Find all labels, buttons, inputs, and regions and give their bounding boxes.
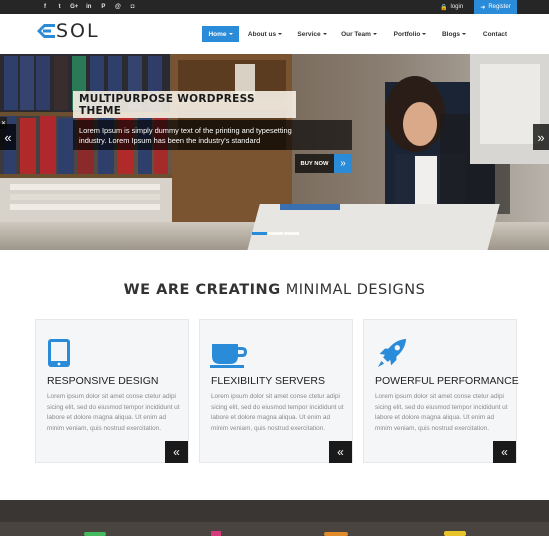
logo[interactable]: SOL <box>37 20 100 42</box>
feature-card: POWERFUL PERFORMANCE Lorem ipsum dolor s… <box>363 319 519 463</box>
linkedin-icon[interactable]: in <box>82 0 96 14</box>
caret-down-icon <box>228 33 233 35</box>
slider-dot[interactable] <box>252 232 267 235</box>
brand-name: SOL <box>56 20 100 42</box>
double-chevron-left-icon: « <box>4 129 12 145</box>
feature-more-button[interactable]: « <box>493 441 516 463</box>
feature-title: FLEXIBILITY SERVERS <box>211 375 325 387</box>
slider-dot[interactable] <box>268 232 283 235</box>
instagram-icon[interactable]: ◘ <box>126 0 140 14</box>
nav-item-contact[interactable]: Contact <box>479 26 511 42</box>
double-chevron-left-icon: « <box>501 445 508 459</box>
lock-icon: 🔒 <box>440 4 448 11</box>
section-title: WE ARE CREATING MINIMAL DESIGNS <box>0 282 549 298</box>
slider-dot[interactable] <box>284 232 299 235</box>
coffee-cup-icon <box>210 344 247 368</box>
feature-text: Lorem ipsum dolor sit amet conse ctetur … <box>47 393 180 432</box>
nav-label: Portfolio <box>393 30 421 38</box>
slider-prev-button[interactable]: « <box>0 124 16 150</box>
pinterest-icon[interactable]: P <box>96 0 110 14</box>
bottom-section <box>0 500 549 536</box>
section-title-bold: WE ARE CREATING <box>123 282 281 298</box>
feature-card: FLEXIBILITY SERVERS Lorem ipsum dolor si… <box>199 319 353 463</box>
nav-label: Contact <box>482 30 508 38</box>
nav-item-home[interactable]: Home <box>202 26 239 42</box>
double-chevron-right-icon: » <box>537 129 545 145</box>
hero-title-box: MULTIPURPOSE WORDPRESS THEME <box>73 91 296 118</box>
tablet-icon <box>48 339 70 367</box>
nav-label: Our Team <box>341 30 371 38</box>
sign-in-icon: ➜ <box>480 4 486 11</box>
dribbble-icon[interactable]: @ <box>111 0 125 14</box>
hero-slider: ✕ MULTIPURPOSE WORDPRESS THEME Lorem Ips… <box>0 54 549 250</box>
register-label: Register <box>488 4 511 10</box>
logo-mark-icon <box>37 24 55 38</box>
hero-subtitle-line1: Lorem Ipsum is simply dummy text of the … <box>79 126 292 135</box>
slider-next-button[interactable]: » <box>533 124 549 150</box>
double-chevron-right-icon: » <box>334 154 352 173</box>
nav-item-blogs[interactable]: Blogs <box>440 26 468 42</box>
nav-item-about[interactable]: About us <box>244 26 286 42</box>
google-plus-icon[interactable]: G+ <box>67 0 81 14</box>
feature-more-button[interactable]: « <box>165 441 188 463</box>
buy-now-button[interactable]: BUY NOW » <box>295 154 352 173</box>
buy-now-label: BUY NOW <box>295 154 334 173</box>
login-link[interactable]: 🔒 login <box>440 0 463 14</box>
feature-title: POWERFUL PERFORMANCE <box>375 375 519 387</box>
feature-more-button[interactable]: « <box>329 441 352 463</box>
social-links: f t G+ in P @ ◘ <box>38 0 140 14</box>
hero-subtitle-box: Lorem Ipsum is simply dummy text of the … <box>73 120 352 150</box>
twitter-icon[interactable]: t <box>53 0 67 14</box>
hero-subtitle-line2: industry. Lorem Ipsum has been the indus… <box>79 136 261 145</box>
nav-label: Service <box>297 30 321 38</box>
section-title-light: MINIMAL DESIGNS <box>285 282 426 298</box>
nav-item-our-team[interactable]: Our Team <box>339 26 379 42</box>
facebook-icon[interactable]: f <box>38 0 52 14</box>
caret-down-icon <box>322 33 327 35</box>
bottom-icons-row <box>84 531 466 536</box>
feature-card: RESPONSIVE DESIGN Lorem ipsum dolor sit … <box>35 319 189 463</box>
slider-dots <box>252 232 300 235</box>
caret-down-icon <box>372 33 377 35</box>
feature-title: RESPONSIVE DESIGN <box>47 375 159 387</box>
caret-down-icon <box>278 33 283 35</box>
double-chevron-left-icon: « <box>173 445 180 459</box>
login-label: login <box>450 4 464 10</box>
feature-text: Lorem ipsum dolor sit amet conse ctetur … <box>211 393 344 432</box>
nav-label: About us <box>247 30 277 38</box>
hero-title: MULTIPURPOSE WORDPRESS THEME <box>79 92 255 117</box>
rocket-icon <box>377 338 407 368</box>
hero-office-image <box>0 54 549 250</box>
nav-item-portfolio[interactable]: Portfolio <box>390 26 430 42</box>
nav-label: Home <box>208 30 227 38</box>
nav-item-service[interactable]: Service <box>294 26 330 42</box>
top-bar: f t G+ in P @ ◘ 🔒 login ➜ Register <box>0 0 549 14</box>
double-chevron-left-icon: « <box>337 445 344 459</box>
nav-label: Blogs <box>441 30 461 38</box>
caret-down-icon <box>422 33 427 35</box>
feature-text: Lorem ipsum dolor sit amet conse ctetur … <box>375 393 508 432</box>
caret-down-icon <box>462 33 467 35</box>
register-button[interactable]: ➜ Register <box>474 0 517 14</box>
